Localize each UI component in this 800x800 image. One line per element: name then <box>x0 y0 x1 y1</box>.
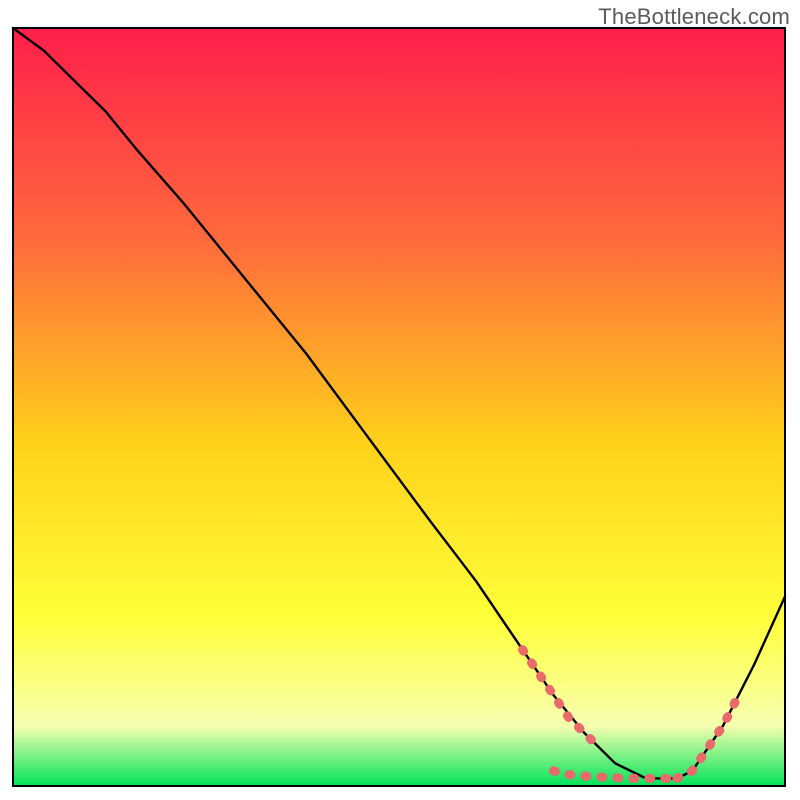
bottleneck-chart <box>0 0 800 800</box>
